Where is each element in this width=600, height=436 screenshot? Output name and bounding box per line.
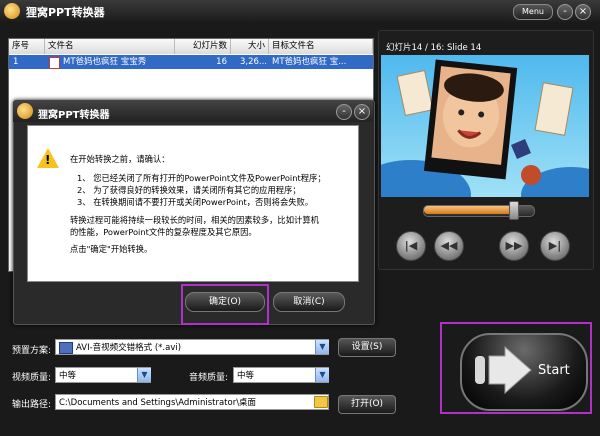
start-arrow-icon	[475, 346, 532, 394]
video-quality-label: 视频质量:	[12, 373, 52, 383]
minimize-button[interactable]: -	[557, 4, 573, 20]
row-size: 3,26...	[239, 57, 267, 67]
close-button[interactable]: ×	[575, 4, 591, 20]
column-header-size[interactable]: 大小	[231, 39, 269, 54]
dialog-title: 狸窝PPT转换器	[38, 110, 110, 121]
dialog-item-3: 3、 在转换期间请不要打开或关闭PowerPoint，否则将会失败。	[77, 197, 314, 207]
preset-dropdown-arrow[interactable]: ▼	[315, 340, 329, 354]
row-target: MT爸妈也疯狂 宝...	[272, 57, 347, 67]
dialog-prompt: 点击"确定"开始转换。	[70, 244, 153, 254]
fast-forward-button[interactable]: ▶▶	[499, 231, 529, 261]
dialog-app-icon	[17, 103, 33, 119]
dialog-item-1: 1、 您已经关闭了所有打开的PowerPoint文件及PowerPoint程序；	[77, 173, 326, 183]
row-filename: MT爸妈也疯狂 宝宝秀	[63, 57, 147, 67]
last-slide-button[interactable]: ▶|	[540, 231, 570, 261]
window-title: 狸窝PPT转换器	[26, 6, 105, 19]
output-path-field[interactable]: C:\Documents and Settings\Administrator\…	[55, 394, 329, 410]
output-path-label: 输出路径:	[12, 400, 52, 410]
playback-progress-fill	[424, 206, 514, 214]
slide-preview-image	[381, 55, 589, 197]
column-header-slides[interactable]: 幻灯片数	[175, 39, 231, 54]
row-slides: 16	[216, 57, 227, 67]
table-row[interactable]: 1 MT爸妈也疯狂 宝宝秀 16 3,26... MT爸妈也疯狂 宝...	[9, 55, 373, 69]
warning-exclamation: !	[45, 153, 51, 167]
dialog-note-line1: 转换过程可能将持续一段较长的时间，相关的因素较多，比如计算机	[70, 215, 319, 225]
playback-slider-thumb[interactable]	[509, 201, 519, 220]
folder-icon[interactable]	[314, 396, 328, 408]
dialog-note-line2: 的性能，PowerPoint文件的复杂程度及其它原因。	[70, 227, 257, 237]
rewind-button[interactable]: ◀◀	[434, 231, 464, 261]
video-quality-dropdown-arrow[interactable]: ▼	[137, 368, 151, 382]
audio-quality-dropdown-arrow[interactable]: ▼	[315, 368, 329, 382]
column-header-filename[interactable]: 文件名	[45, 39, 175, 54]
start-label: Start	[538, 363, 570, 378]
column-header-index[interactable]: 序号	[9, 39, 45, 54]
dialog-item-2: 2、 为了获得良好的转换效果，请关闭所有其它的应用程序；	[77, 185, 301, 195]
avi-format-icon	[59, 342, 73, 354]
ok-button[interactable]: 确定(O)	[185, 292, 265, 312]
slide-illustration	[381, 59, 589, 197]
dialog-minimize-button[interactable]: -	[336, 104, 352, 120]
settings-button[interactable]: 设置(S)	[338, 338, 396, 357]
row-index: 1	[13, 57, 19, 67]
ppt-file-icon	[49, 57, 60, 69]
audio-quality-label: 音频质量:	[189, 373, 229, 383]
open-folder-button[interactable]: 打开(O)	[338, 395, 396, 414]
column-header-target[interactable]: 目标文件名	[269, 39, 373, 54]
app-logo-icon	[4, 3, 20, 19]
slide-counter: 幻灯片14 / 16: Slide 14	[386, 43, 482, 53]
preset-label: 预置方案:	[12, 346, 52, 356]
menu-button[interactable]: Menu	[513, 4, 553, 20]
dialog-intro: 在开始转换之前，请确认：	[70, 154, 170, 164]
first-slide-button[interactable]: |◀	[396, 231, 426, 261]
preset-select[interactable]: AVI-音视频交错格式 (*.avi)	[55, 339, 329, 355]
cancel-button[interactable]: 取消(C)	[273, 292, 345, 312]
dialog-close-button[interactable]: ×	[354, 104, 370, 120]
